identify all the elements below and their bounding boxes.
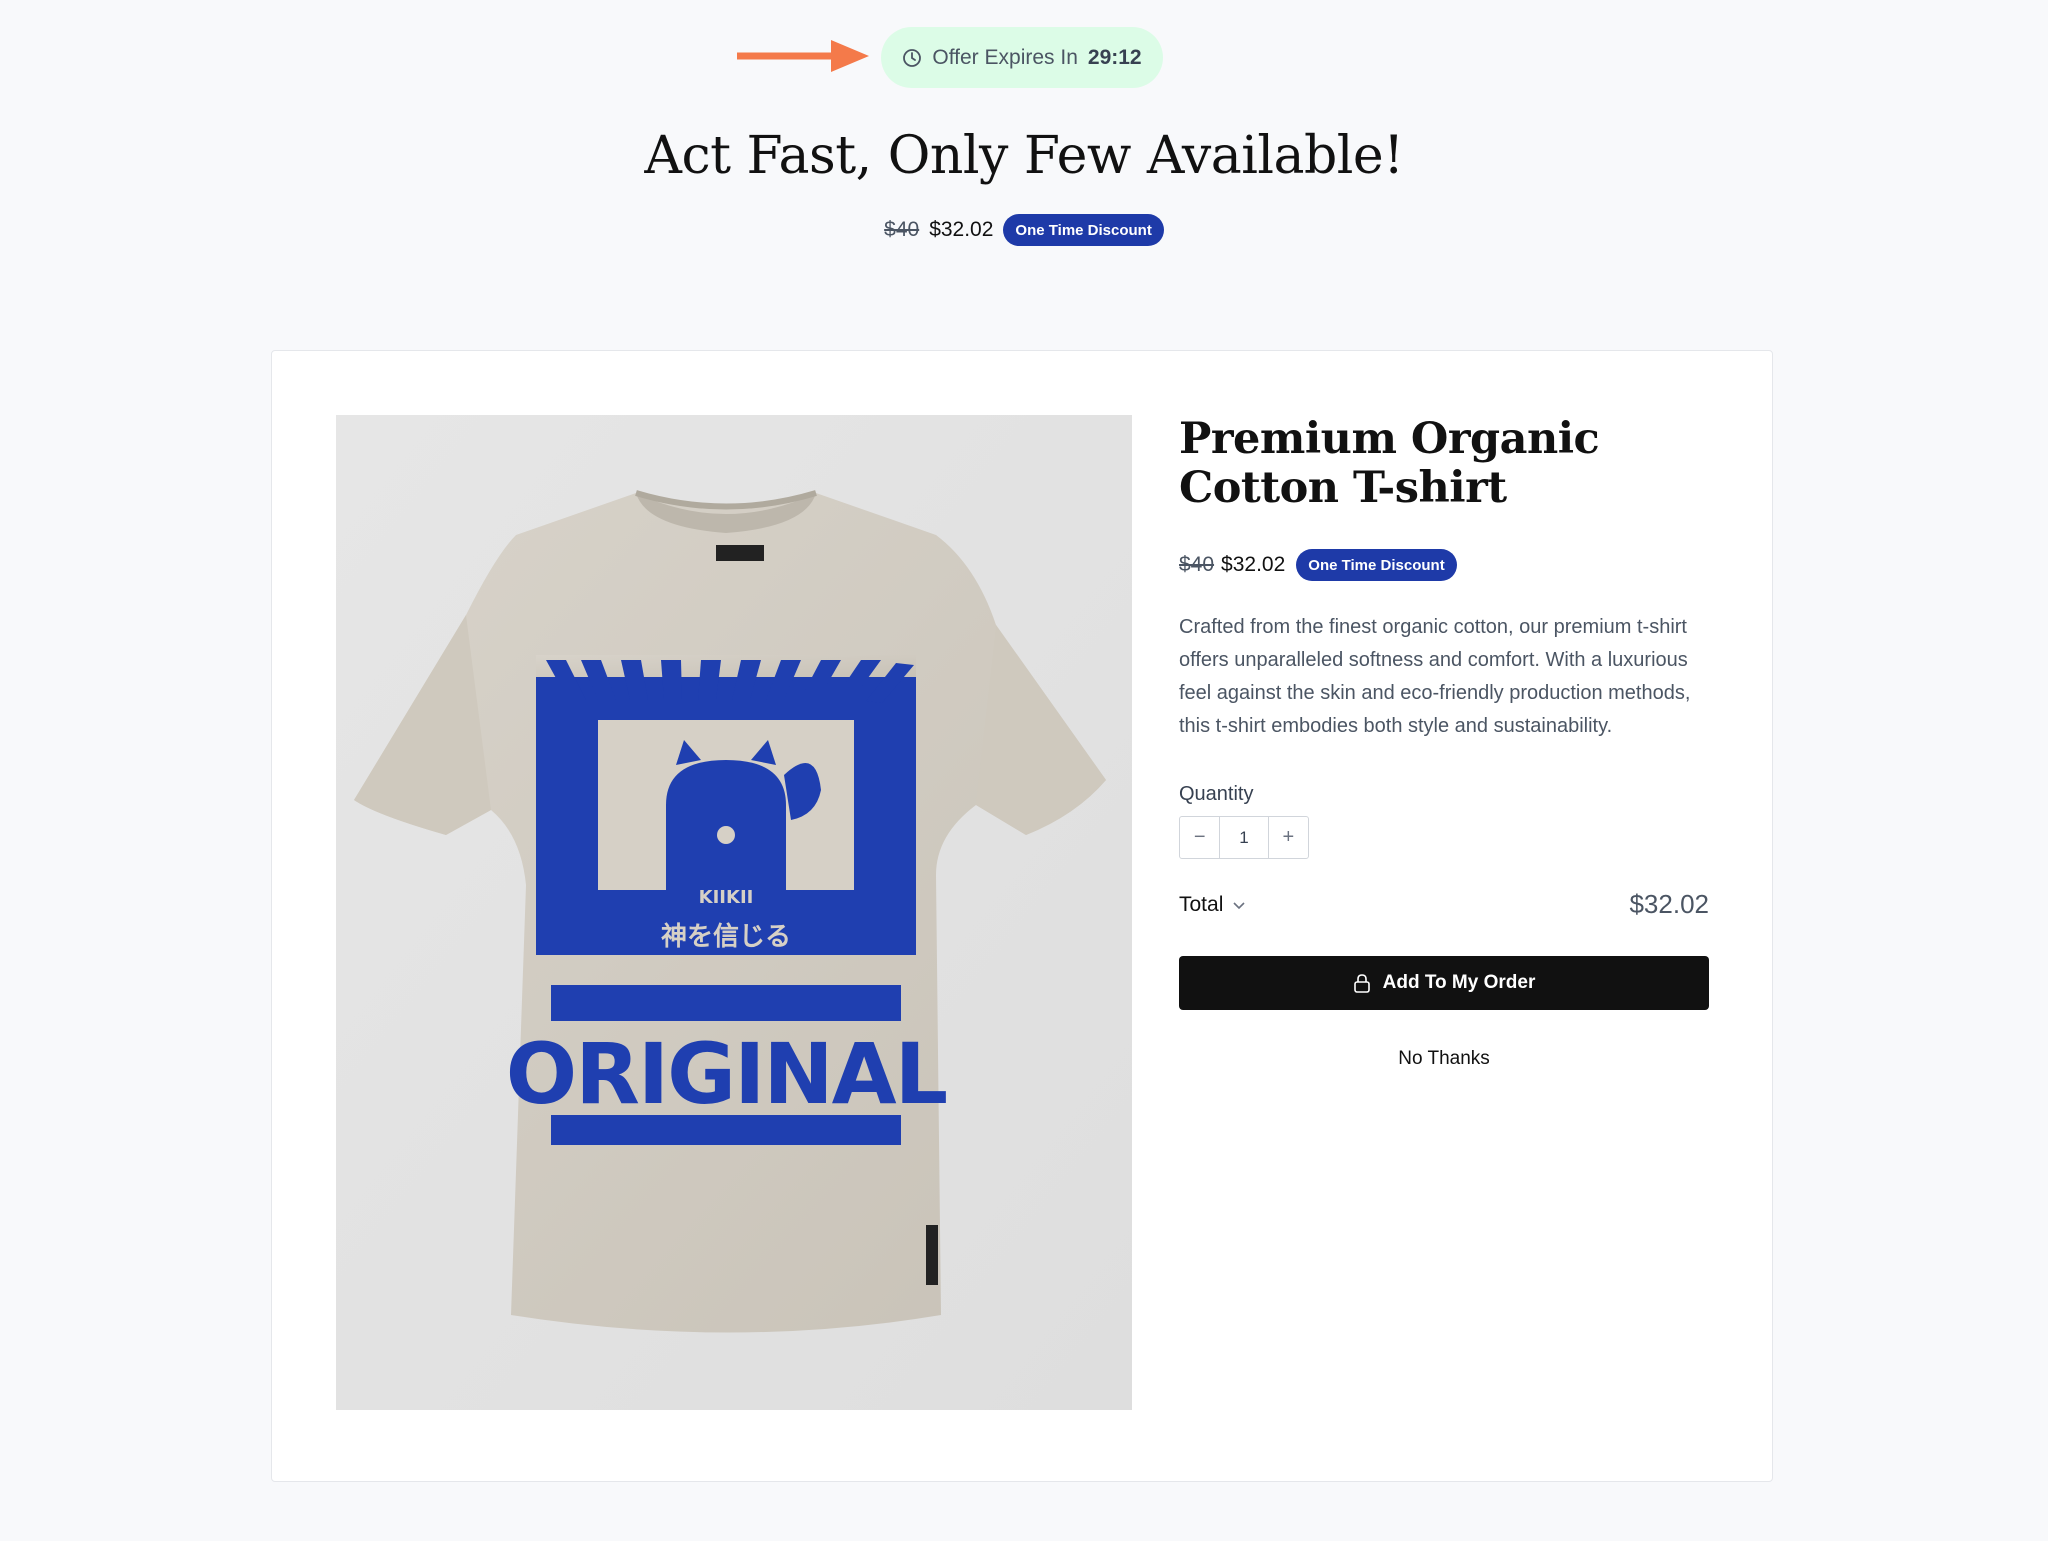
- product-title: Premium Organic Cotton T-shirt: [1179, 414, 1600, 513]
- neck-label: [716, 545, 764, 561]
- arrow-pointer-icon: [737, 40, 869, 72]
- quantity-stepper: − 1 +: [1179, 816, 1309, 859]
- quantity-value[interactable]: 1: [1219, 817, 1269, 858]
- clock-icon: [903, 48, 922, 67]
- timer-countdown: 29:12: [1087, 45, 1142, 69]
- header-price-row: $40 $32.02 One Time Discount: [0, 214, 2048, 246]
- total-row: Total $32.02: [1179, 889, 1709, 920]
- timer-label: Offer Expires In: [932, 45, 1078, 69]
- offer-timer: Offer Expires In 29:12: [881, 27, 1163, 88]
- shirt-japanese-text: 神を信じる: [661, 922, 791, 952]
- total-value: $32.02: [1629, 889, 1709, 919]
- quantity-decrease-button[interactable]: −: [1180, 817, 1219, 858]
- product-discount-badge: One Time Discount: [1296, 549, 1457, 581]
- quantity-increase-button[interactable]: +: [1269, 817, 1308, 858]
- total-label: Total: [1179, 892, 1224, 916]
- upsell-page: Offer Expires In 29:12 Act Fast, Only Fe…: [0, 0, 2048, 1541]
- quantity-label: Quantity: [1179, 783, 1254, 805]
- product-discounted-price: $32.02: [1221, 553, 1286, 576]
- add-to-order-label: Add To My Order: [1382, 972, 1536, 993]
- discounted-price: $32.02: [929, 218, 994, 241]
- shirt-print-word: ORIGINAL: [506, 1025, 947, 1123]
- product-card: KIIKII 神を信じる ORIGINAL Premium Organic Co…: [271, 350, 1773, 1482]
- no-thanks-link[interactable]: No Thanks: [1179, 1048, 1709, 1070]
- product-description: Crafted from the finest organic cotton, …: [1179, 616, 1691, 737]
- page-headline: Act Fast, Only Few Available!: [644, 126, 1404, 186]
- product-price-row: $40 $32.02 One Time Discount: [1179, 549, 1709, 581]
- product-info: Premium Organic Cotton T-shirt $40 $32.0…: [1179, 415, 1709, 1070]
- product-image: KIIKII 神を信じる ORIGINAL: [336, 415, 1132, 1410]
- product-original-price: $40: [1179, 553, 1215, 576]
- lock-icon: [1353, 974, 1370, 993]
- total-toggle[interactable]: Total: [1179, 893, 1247, 917]
- original-price: $40: [884, 218, 920, 241]
- discount-badge: One Time Discount: [1003, 214, 1164, 246]
- tshirt-illustration: KIIKII 神を信じる ORIGINAL: [336, 415, 1132, 1410]
- shirt-brand-text: KIIKII: [699, 887, 754, 908]
- chevron-down-icon: [1233, 901, 1245, 909]
- add-to-order-button[interactable]: Add To My Order: [1179, 956, 1709, 1010]
